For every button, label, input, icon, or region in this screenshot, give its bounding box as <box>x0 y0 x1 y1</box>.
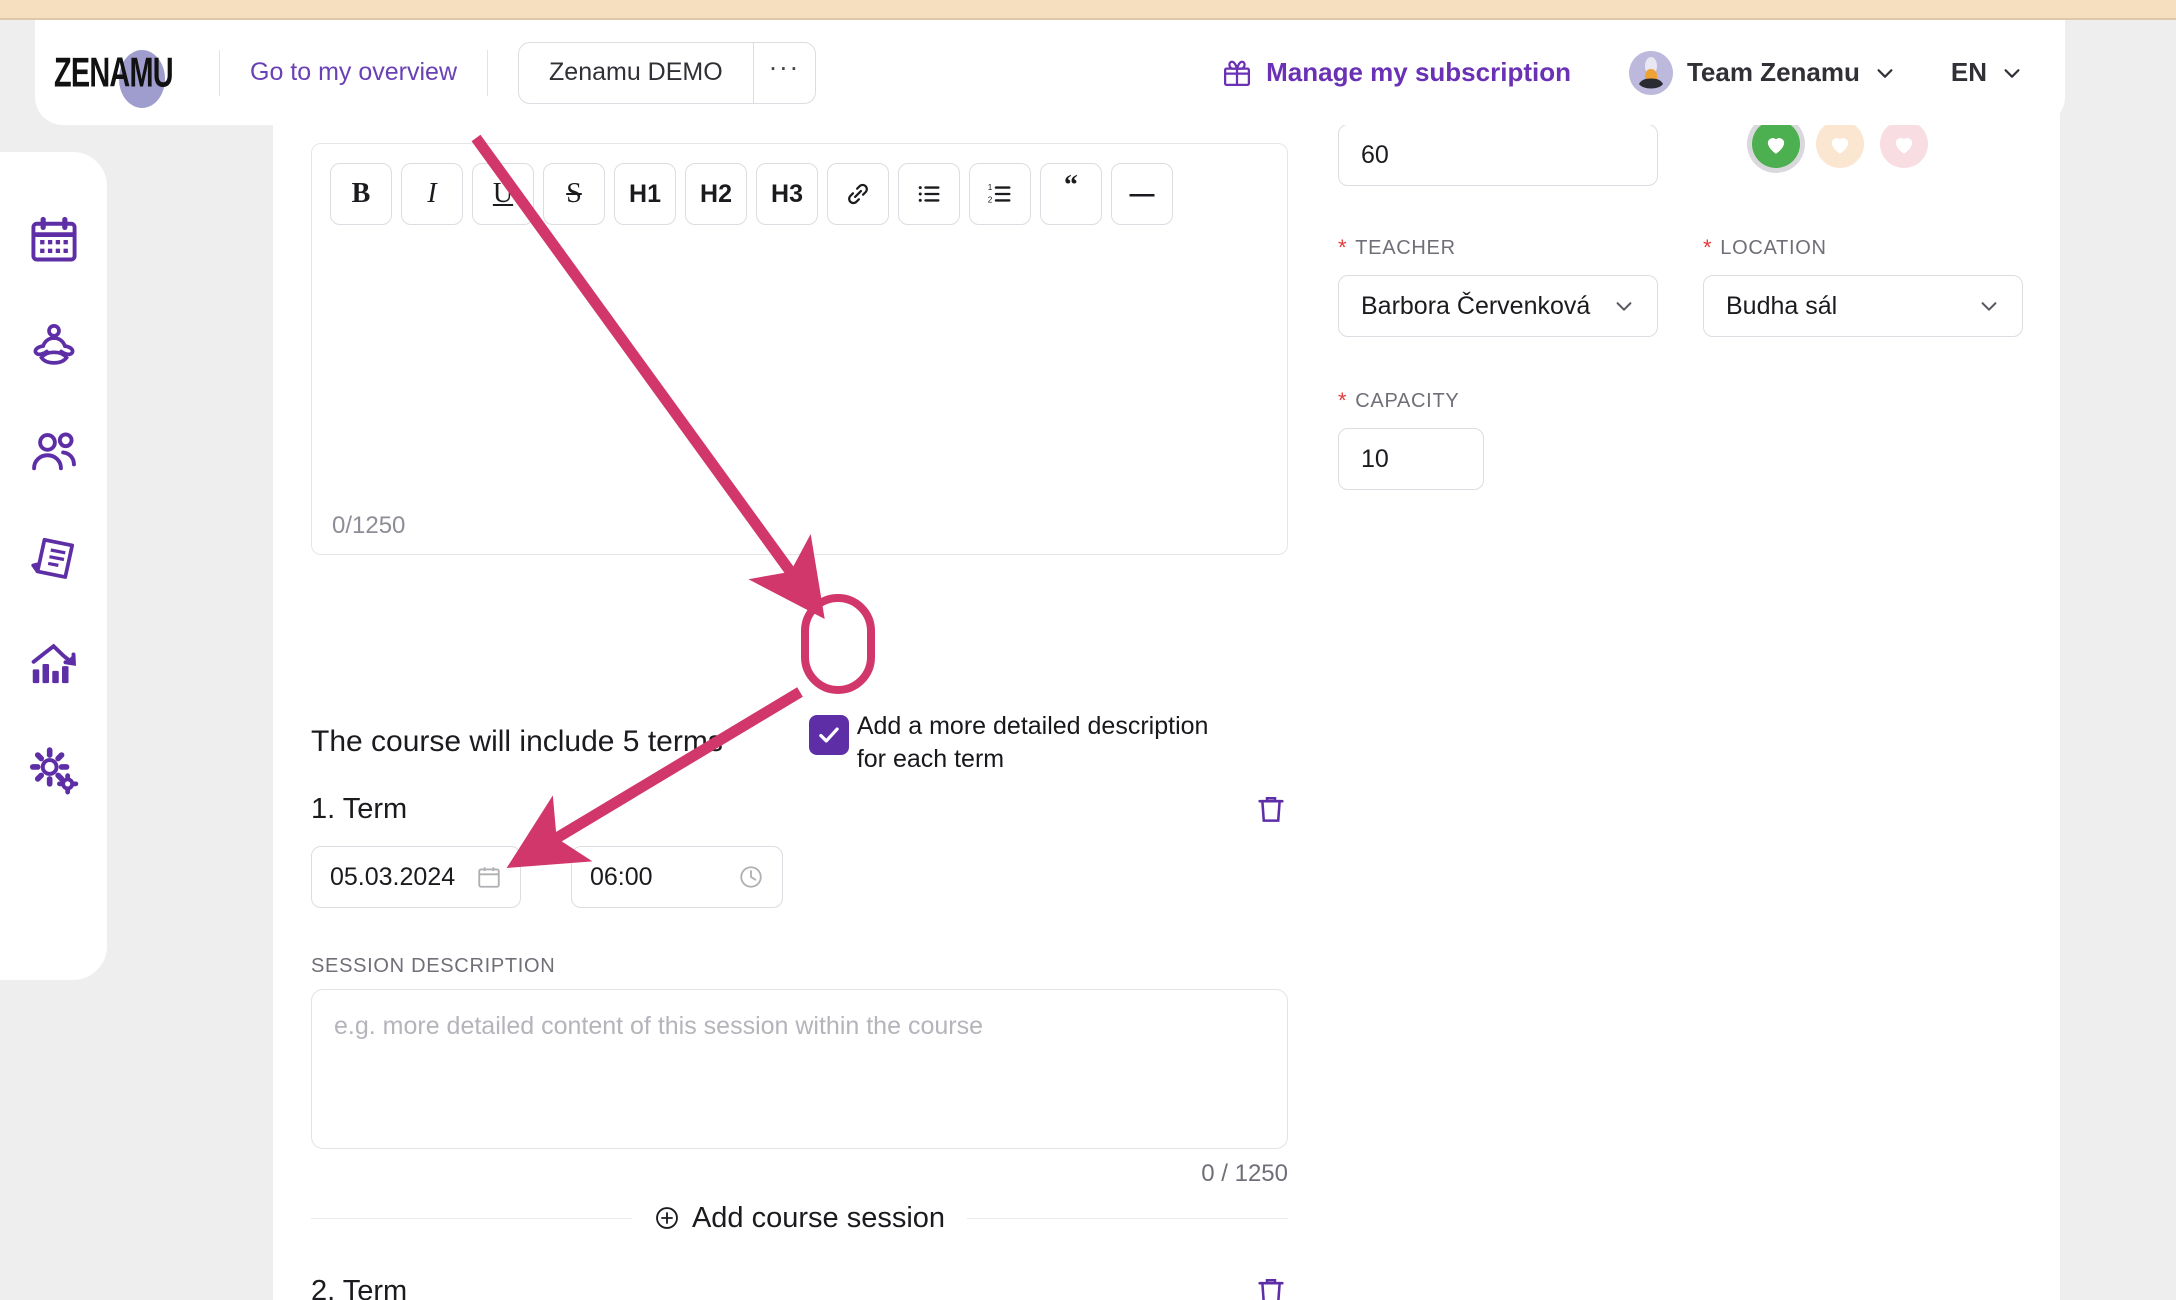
location-value: Budha sál <box>1726 291 1838 320</box>
required-asterisk: * <box>1338 235 1348 260</box>
blockquote-button[interactable]: “ <box>1040 163 1102 225</box>
header-divider-2 <box>487 49 489 96</box>
term-date-input[interactable]: 05.03.2024 <box>311 846 521 908</box>
bullet-list-button[interactable] <box>898 163 960 225</box>
chevron-down-icon[interactable] <box>1978 295 2000 317</box>
sidebar-item-statistics[interactable] <box>28 638 80 690</box>
horizontal-rule-button[interactable]: — <box>1111 163 1173 225</box>
logo-text: ZENAMU <box>53 48 174 95</box>
description-editor[interactable]: B I U S H1 H2 H3 1 2 “ — 0/1250 <box>311 143 1288 555</box>
teacher-label-text: TEACHER <box>1355 237 1456 259</box>
check-icon <box>819 727 839 743</box>
capacity-label-text: CAPACITY <box>1355 390 1460 412</box>
link-button[interactable] <box>827 163 889 225</box>
add-course-session-button[interactable]: Add course session <box>632 1202 967 1235</box>
manage-subscription-link[interactable]: Manage my subscription <box>1222 57 1571 88</box>
required-asterisk: * <box>1703 235 1713 260</box>
term-time-input[interactable]: 06:00 <box>571 846 783 908</box>
term-date-value: 05.03.2024 <box>330 862 456 891</box>
language-label: EN <box>1950 57 1987 87</box>
left-sidebar <box>0 152 107 980</box>
description-char-count: 0/1250 <box>332 512 406 539</box>
trash-icon <box>1258 796 1284 822</box>
trash-icon <box>1258 1278 1284 1300</box>
team-account-menu[interactable]: Team Zenamu <box>1628 50 1896 95</box>
terms-summary-row: The course will include 5 terms Add a mo… <box>311 710 1288 776</box>
organization-switcher[interactable]: Zenamu DEMO ··· <box>518 41 816 104</box>
chevron-down-icon[interactable] <box>1874 62 1896 84</box>
organization-more-menu-icon[interactable]: ··· <box>752 42 815 103</box>
header-right-group: Manage my subscription Team Zenamu EN <box>1222 50 2065 95</box>
term-title: 1. Term <box>311 792 408 825</box>
top-accent-strip <box>0 0 2176 20</box>
svg-text:2: 2 <box>988 195 993 204</box>
divider-left <box>311 1217 632 1219</box>
heart-level-orange[interactable] <box>1816 120 1864 168</box>
editor-toolbar: B I U S H1 H2 H3 1 2 “ — <box>312 144 1287 244</box>
italic-button[interactable]: I <box>401 163 463 225</box>
chevron-down-icon[interactable] <box>1613 295 1635 317</box>
gift-icon <box>1222 58 1252 88</box>
bold-button[interactable]: B <box>330 163 392 225</box>
add-course-session-label: Add course session <box>691 1201 946 1234</box>
session-description-label: SESSION DESCRIPTION <box>311 955 556 977</box>
capacity-input[interactable]: 10 <box>1338 428 1484 490</box>
session-description-char-count: 0 / 1250 <box>1201 1160 1288 1187</box>
intensity-heart-group <box>1752 120 1928 168</box>
calendar-icon[interactable] <box>476 864 502 890</box>
duration-input[interactable]: 60 <box>1338 124 1658 186</box>
svg-text:1: 1 <box>988 183 993 192</box>
heading3-button[interactable]: H3 <box>756 163 818 225</box>
avatar <box>1628 50 1673 95</box>
numbered-list-button[interactable]: 1 2 <box>969 163 1031 225</box>
detailed-description-checkbox-label: Add a more detailed description for each… <box>856 712 1209 773</box>
heart-level-pink[interactable] <box>1880 120 1928 168</box>
teacher-value: Barbora Červenková <box>1361 291 1591 320</box>
chevron-down-icon[interactable] <box>2001 62 2023 84</box>
divider-right <box>967 1217 1288 1219</box>
terms-summary-text: The course will include 5 terms <box>311 725 723 758</box>
term-header-1: 1. Term <box>311 792 1288 826</box>
strikethrough-button[interactable]: S <box>543 163 605 225</box>
heading2-button[interactable]: H2 <box>685 163 747 225</box>
language-selector[interactable]: EN <box>1951 57 2023 88</box>
delete-term-button[interactable] <box>1254 1274 1288 1300</box>
capacity-value: 10 <box>1361 444 1389 473</box>
sidebar-item-yoga-meditation[interactable] <box>28 320 80 372</box>
zenamu-logo[interactable]: ZENAMU <box>54 45 189 108</box>
term-datetime-row-1: 05.03.2024 06:00 <box>311 846 783 908</box>
term-time-value: 06:00 <box>590 862 653 891</box>
clock-icon[interactable] <box>738 864 764 890</box>
organization-name[interactable]: Zenamu DEMO <box>519 43 753 103</box>
location-select[interactable]: Budha sál <box>1703 275 2023 337</box>
location-label-text: LOCATION <box>1720 237 1827 259</box>
detailed-description-checkbox-group[interactable]: Add a more detailed description for each… <box>808 710 1237 776</box>
heart-level-green[interactable] <box>1752 120 1800 168</box>
term-header-2: 2. Term <box>311 1274 1288 1300</box>
sidebar-item-calendar[interactable] <box>28 214 80 266</box>
capacity-label: * CAPACITY <box>1338 390 1459 413</box>
teacher-label: * TEACHER <box>1338 237 1456 260</box>
manage-subscription-label: Manage my subscription <box>1266 57 1571 87</box>
required-asterisk: * <box>1338 388 1348 413</box>
heading1-button[interactable]: H1 <box>614 163 676 225</box>
detailed-description-checkbox[interactable] <box>808 715 849 755</box>
sidebar-item-settings[interactable] <box>28 744 80 796</box>
team-name-label: Team Zenamu <box>1686 57 1860 87</box>
plus-circle-icon <box>654 1205 680 1231</box>
location-label: * LOCATION <box>1703 237 1827 260</box>
session-description-input[interactable]: e.g. more detailed content of this sessi… <box>311 989 1288 1149</box>
app-header: ZENAMU Go to my overview Zenamu DEMO ··· <box>35 20 2065 125</box>
sidebar-item-document[interactable] <box>28 532 80 584</box>
delete-term-button[interactable] <box>1254 792 1288 826</box>
term-title: 2. Term <box>311 1274 408 1300</box>
teacher-select[interactable]: Barbora Červenková <box>1338 275 1658 337</box>
underline-button[interactable]: U <box>472 163 534 225</box>
add-course-session-row: Add course session <box>311 1198 1288 1238</box>
duration-value: 60 <box>1361 140 1389 169</box>
header-divider-1 <box>219 49 220 96</box>
sidebar-item-people[interactable] <box>28 426 80 478</box>
go-to-overview-link[interactable]: Go to my overview <box>250 58 457 87</box>
